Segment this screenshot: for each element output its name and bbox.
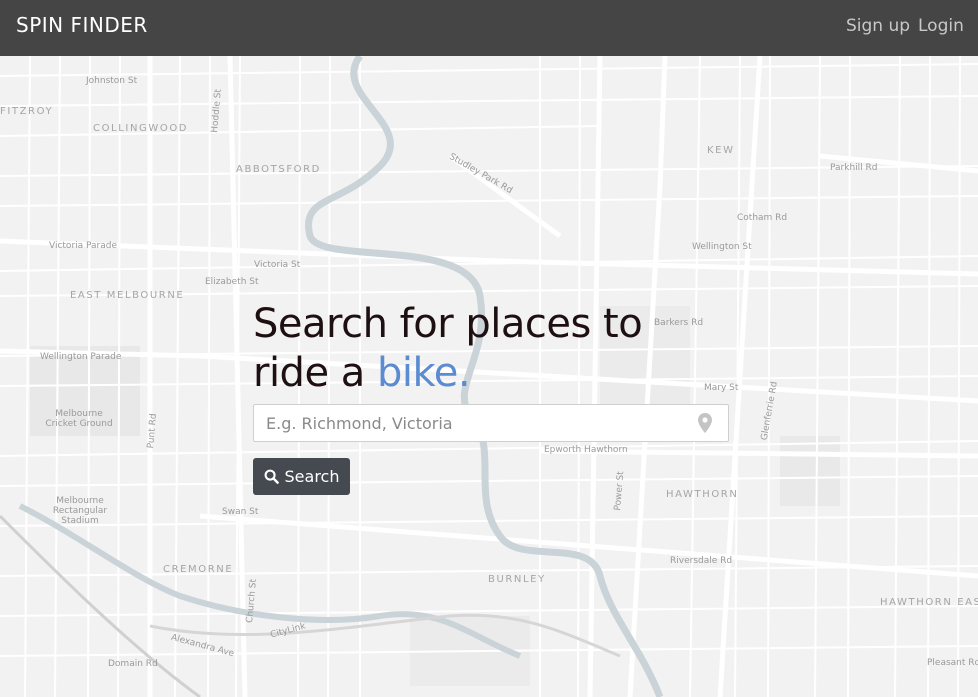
street-label: Wellington Parade	[40, 352, 122, 362]
magnifier-icon	[264, 469, 279, 484]
location-search-input[interactable]	[254, 405, 696, 441]
area-label-fitzroy: FITZROY	[0, 106, 54, 117]
map-marker-icon	[698, 413, 712, 433]
area-label-kew: KEW	[707, 145, 735, 156]
street-label: Cotham Rd	[737, 213, 788, 223]
brand-logo[interactable]: SPIN FINDER	[16, 13, 148, 37]
street-label: Johnston St	[86, 76, 138, 86]
hero-headline: Search for places to ride a bike.	[253, 300, 773, 398]
street-label: Pleasant Rd	[927, 658, 978, 668]
search-button[interactable]: Search	[253, 458, 350, 495]
location-search-box	[253, 404, 729, 442]
area-label-cremorne: CREMORNE	[163, 564, 234, 575]
street-label: Domain Rd	[108, 659, 158, 669]
login-link[interactable]: Login	[918, 16, 964, 36]
area-label-hawthorn-east: HAWTHORN EAST	[880, 597, 978, 608]
area-label-east-melbourne: EAST MELBOURNE	[70, 290, 185, 301]
area-label-abbotsford: ABBOTSFORD	[236, 164, 321, 175]
street-label: Elizabeth St	[205, 277, 259, 287]
headline-line2: ride a	[253, 350, 377, 396]
street-label: Epworth Hawthorn	[544, 445, 628, 455]
street-label: Parkhill Rd	[830, 163, 878, 173]
street-label: Melbourne Rectangular Stadium	[52, 496, 108, 526]
street-label: Victoria Parade	[49, 241, 118, 251]
area-label-hawthorn: HAWTHORN	[666, 489, 739, 500]
search-button-label: Search	[284, 467, 340, 486]
headline-accent: bike.	[377, 350, 471, 396]
street-label: Melbourne Cricket Ground	[45, 409, 113, 429]
top-navbar: SPIN FINDER Sign up Login	[0, 0, 978, 56]
street-label: Victoria St	[254, 260, 301, 270]
signup-link[interactable]: Sign up	[846, 16, 910, 36]
area-label-collingwood: COLLINGWOOD	[93, 123, 189, 134]
street-label: Wellington St	[692, 242, 752, 252]
street-label: Swan St	[222, 507, 259, 517]
headline-line1: Search for places to	[253, 301, 643, 347]
street-label: Riversdale Rd	[670, 556, 733, 566]
area-label-burnley: BURNLEY	[488, 574, 546, 585]
